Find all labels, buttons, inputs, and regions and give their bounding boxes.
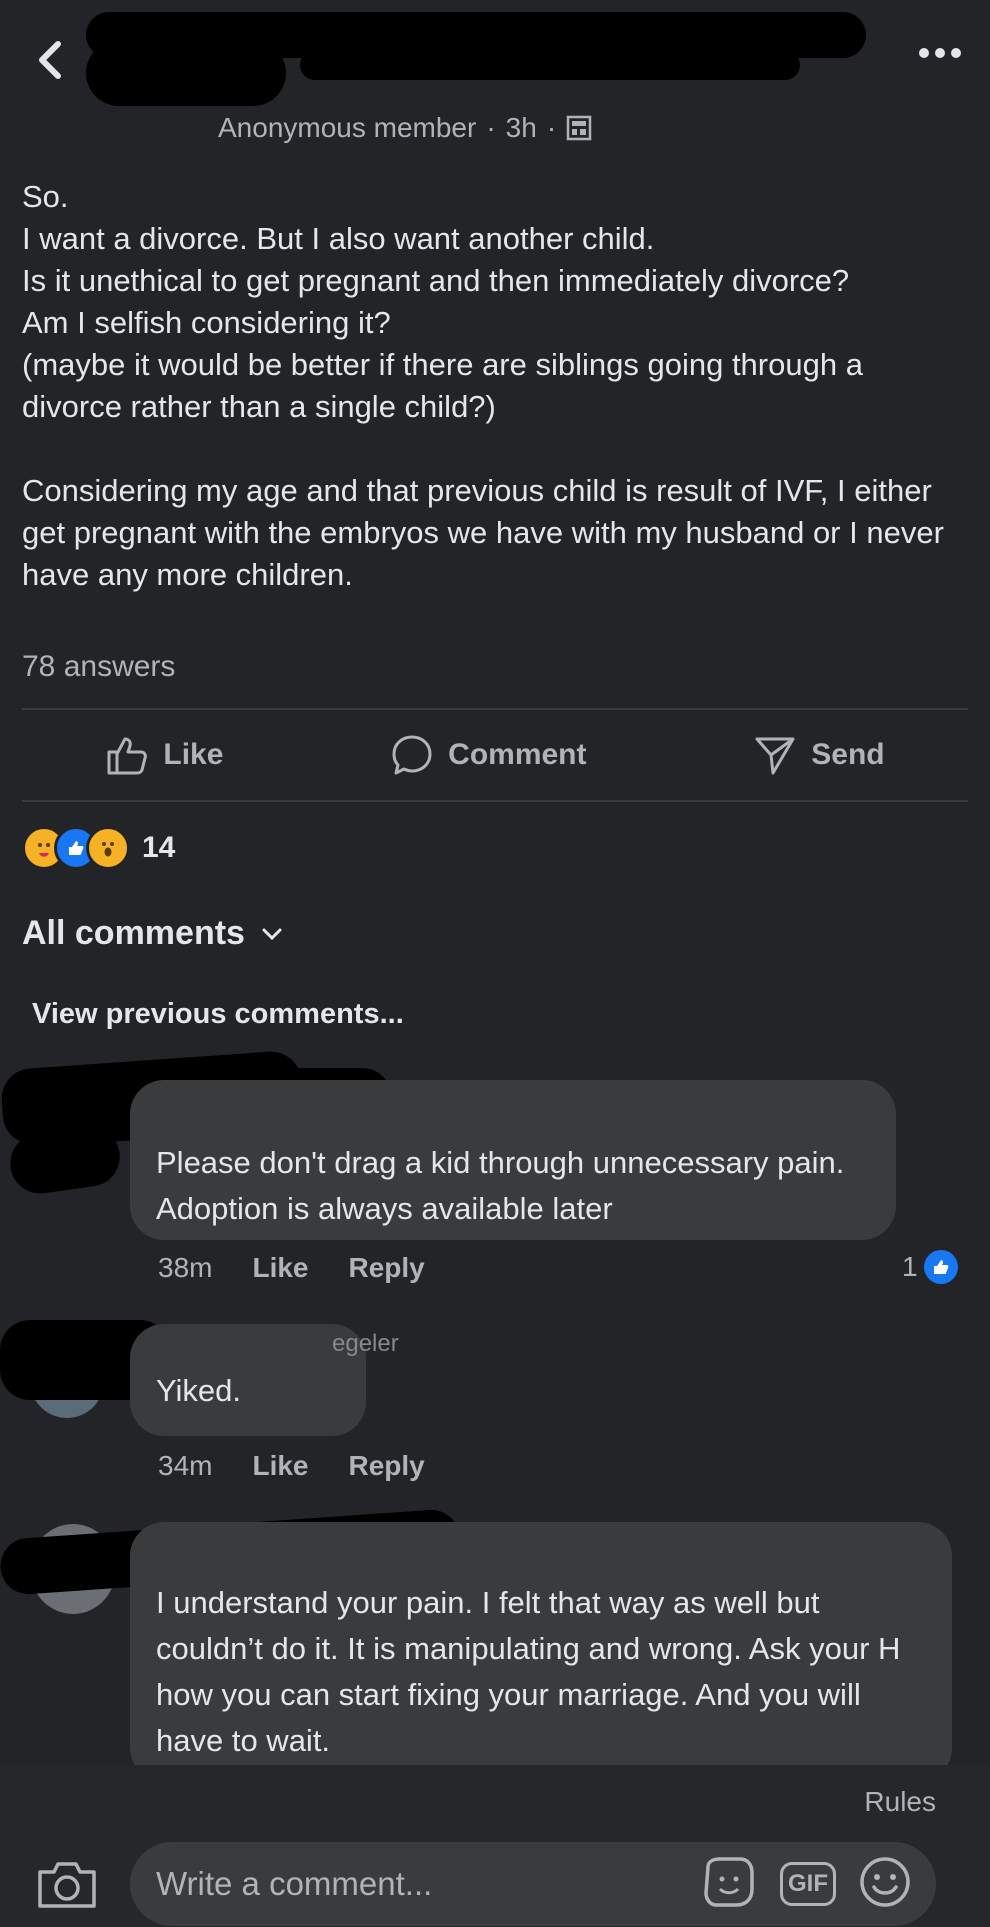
comment-input-box: GIF [130,1842,936,1926]
comment-like-count[interactable]: 1 [902,1250,958,1284]
comment-input[interactable] [154,1864,700,1904]
gif-button[interactable]: GIF [780,1862,836,1906]
comment-like-button[interactable]: Like [252,1450,308,1482]
comment-reply-button[interactable]: Reply [349,1252,425,1284]
comments-filter[interactable]: All comments [22,914,283,953]
group-audience-icon [566,115,592,141]
sticker-icon [704,1856,754,1907]
comment-reply-button[interactable]: Reply [349,1450,425,1482]
thumbs-up-icon [107,737,148,775]
like-reaction-icon [923,1250,958,1284]
camera-button[interactable] [36,1858,98,1915]
comment-icon [392,735,432,775]
rules-link[interactable]: Rules [864,1786,936,1818]
more-options-button[interactable] [918,46,962,65]
post-line: I want a divorce. But I also want anothe… [22,221,655,256]
comment-text: I understand your pain. I felt that way … [156,1585,901,1758]
comment-bubble: I understand your pain. I felt that way … [130,1522,952,1782]
reaction-count: 14 [142,831,176,864]
post-paragraph: Considering my age and that previous chi… [22,473,944,592]
divider [22,800,968,802]
post-line: (maybe it would be better if there are s… [22,347,863,424]
post-body: So. I want a divorce. But I also want an… [22,176,972,596]
post-author[interactable]: Anonymous member [218,112,476,144]
post-line: Am I selfish considering it? [22,305,391,340]
emoji-icon [860,1856,910,1907]
send-icon [755,737,795,775]
send-button[interactable]: Send [753,733,885,777]
comment-bubble: egeler Yiked. [130,1324,399,1436]
comment-meta: 38m Like Reply [158,1252,425,1284]
comment-text: Yiked. [156,1373,242,1408]
back-button[interactable] [30,36,78,84]
post-line: So. [22,179,69,214]
wow-reaction-icon [86,826,130,870]
answers-count[interactable]: 78 answers [22,650,175,684]
commenter-name-partial[interactable]: egeler [332,1330,399,1358]
post-line: Is it unethical to get pregnant and then… [22,263,850,298]
chevron-left-icon [39,41,61,79]
comment-time[interactable]: 38m [158,1252,212,1284]
camera-icon [38,1862,96,1908]
gif-icon: GIF [788,1870,828,1897]
more-dots-icon [919,48,961,58]
post-actions: Like Comment Send [22,710,968,800]
comment-button[interactable]: Comment [390,733,587,777]
view-previous-comments[interactable]: View previous comments... [32,998,404,1031]
redacted-group-line [300,50,800,80]
like-button[interactable]: Like [105,733,223,777]
redacted-group-avatar [86,40,286,106]
reaction-summary[interactable]: 14 [22,826,175,870]
post-meta: Anonymous member · 3h · [218,112,592,144]
avatar-sticker-button[interactable] [700,1855,758,1914]
comment-time[interactable]: 34m [158,1450,212,1482]
emoji-button[interactable] [858,1855,912,1914]
comment-like-button[interactable]: Like [252,1252,308,1284]
comment-bubble: Please don't drag a kid through unnecess… [130,1080,896,1240]
post-time[interactable]: 3h [506,112,537,144]
chevron-down-icon [262,928,282,940]
comment-meta: 34m Like Reply [158,1450,425,1482]
comment-text: Please don't drag a kid through unnecess… [156,1145,845,1226]
